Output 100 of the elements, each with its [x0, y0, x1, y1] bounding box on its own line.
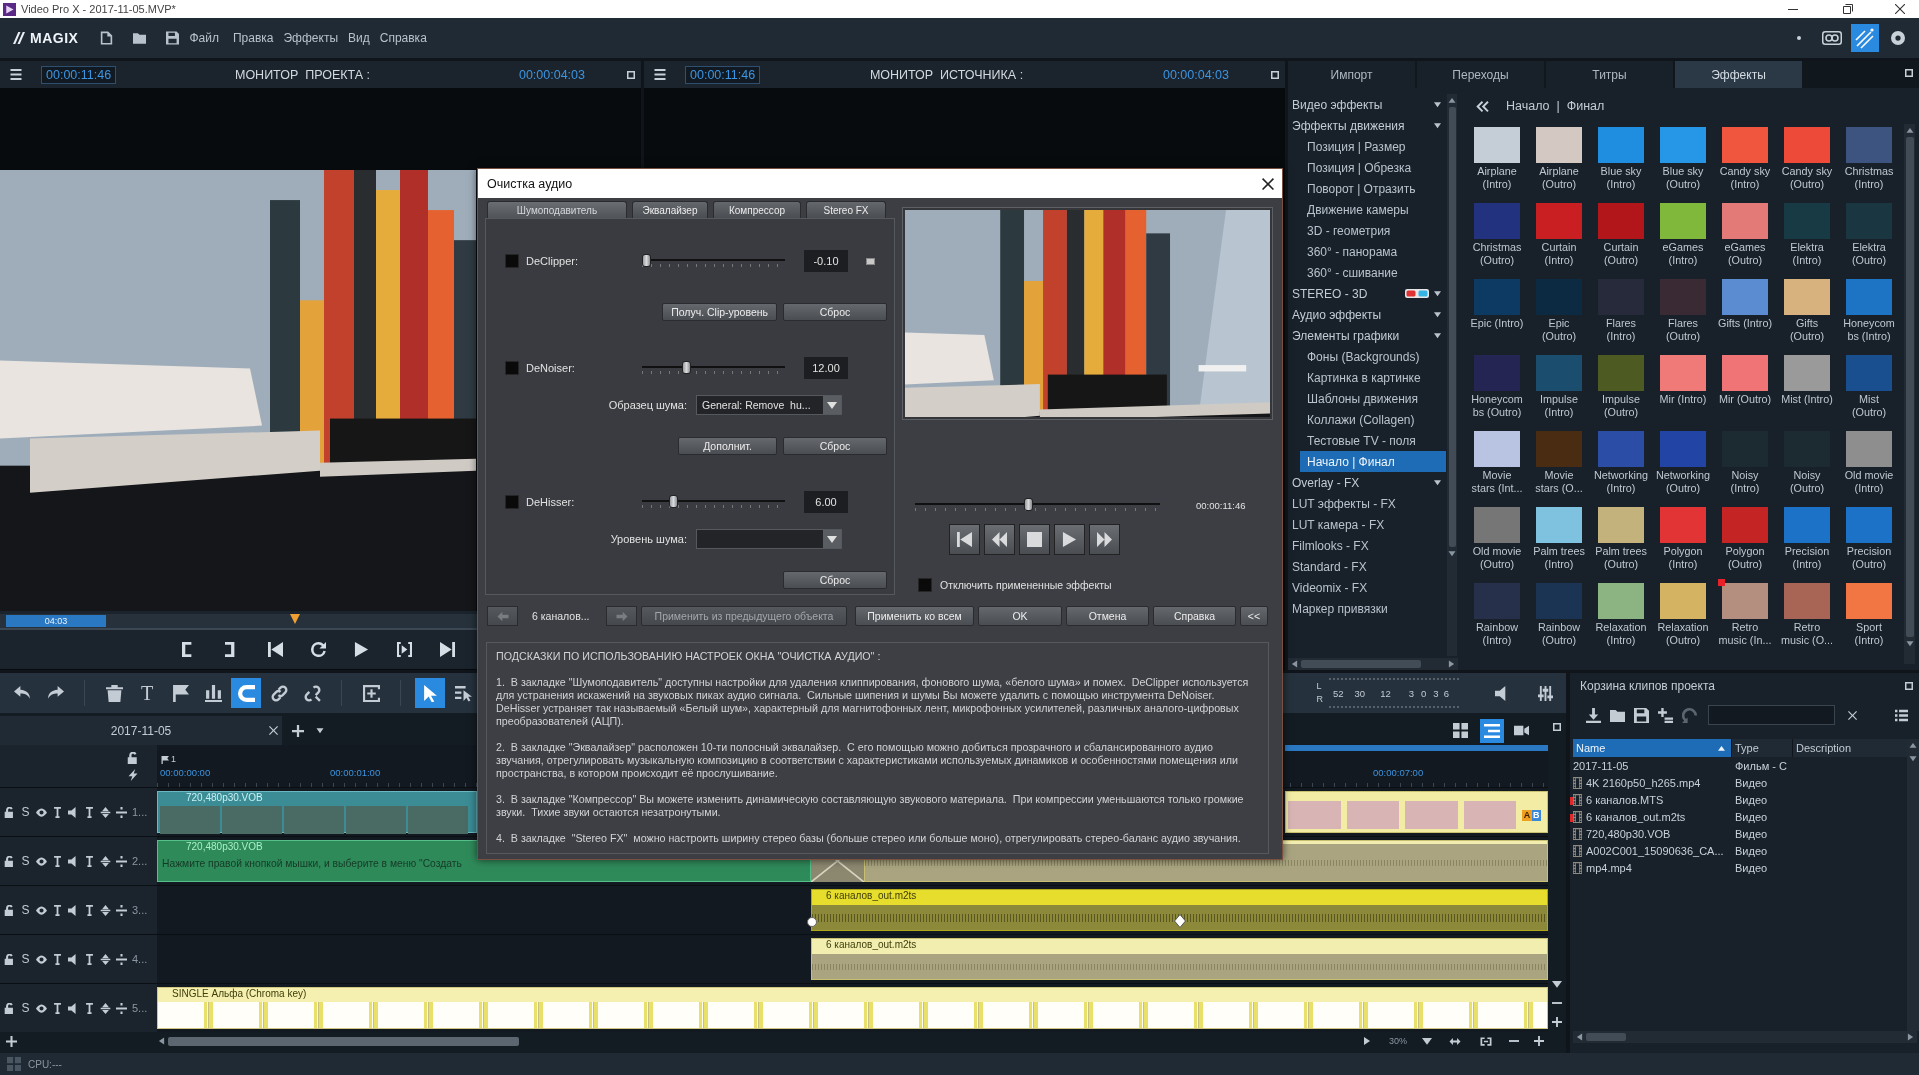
- scroll-down-icon[interactable]: [1905, 640, 1914, 647]
- category-item[interactable]: Видео эффекты: [1288, 94, 1446, 115]
- menu-item[interactable]: Файл: [189, 31, 219, 45]
- category-item[interactable]: 3D - геометрия: [1300, 220, 1446, 241]
- category-item[interactable]: Маркер привязки: [1288, 598, 1446, 619]
- panel-tab[interactable]: Переходы: [1417, 61, 1544, 88]
- i-beam-icon[interactable]: [52, 1002, 63, 1014]
- scrollbar[interactable]: [1447, 94, 1457, 656]
- dialog-button[interactable]: Справка: [1153, 606, 1236, 626]
- checkbox[interactable]: [505, 361, 519, 375]
- skip-start-icon[interactable]: [268, 642, 283, 657]
- effect-thumbnail[interactable]: [1784, 583, 1830, 619]
- image-clip[interactable]: A B: [1285, 791, 1548, 833]
- i-beam-icon[interactable]: [84, 1002, 95, 1014]
- close-icon[interactable]: [1848, 710, 1857, 720]
- checkbox-label[interactable]: Отключить примененные эффекты: [940, 579, 1112, 591]
- column-header[interactable]: Name: [1573, 739, 1732, 757]
- scroll-thumb[interactable]: [1586, 1033, 1626, 1041]
- download-icon[interactable]: [1586, 707, 1601, 723]
- lock-icon[interactable]: [4, 855, 15, 867]
- effect-thumbnail[interactable]: [1784, 127, 1830, 163]
- divide-icon[interactable]: [116, 1002, 127, 1014]
- panel-tab[interactable]: Импорт: [1288, 61, 1415, 88]
- effect-thumbnail[interactable]: [1846, 127, 1892, 163]
- scroll-down-icon[interactable]: [1448, 550, 1456, 557]
- save-icon[interactable]: [1634, 707, 1649, 723]
- effect-thumbnail[interactable]: [1598, 431, 1644, 467]
- value-field[interactable]: -0.10: [804, 250, 848, 272]
- effect-thumbnail[interactable]: [1784, 279, 1830, 315]
- maximize-icon[interactable]: [1905, 69, 1913, 77]
- scrollbar[interactable]: [1907, 739, 1919, 1031]
- eye-icon[interactable]: [36, 806, 47, 818]
- effect-thumbnail[interactable]: [1722, 203, 1768, 239]
- zoom-level[interactable]: 30%: [1389, 1036, 1407, 1046]
- scroll-thumb[interactable]: [1905, 137, 1914, 637]
- category-item[interactable]: Videomix - FX: [1288, 577, 1446, 598]
- effect-thumbnail[interactable]: [1846, 279, 1892, 315]
- eye-icon[interactable]: [36, 1002, 47, 1014]
- scroll-right-icon[interactable]: [1907, 1033, 1914, 1041]
- up-down-arrows-icon[interactable]: [100, 1002, 111, 1014]
- category-item[interactable]: Тестовые TV - поля: [1300, 430, 1446, 451]
- solo-button[interactable]: S: [20, 1001, 31, 1015]
- effect-thumbnail[interactable]: [1722, 279, 1768, 315]
- dialog-tab[interactable]: Эквалайзер: [632, 201, 708, 218]
- transport-button[interactable]: [1089, 524, 1120, 555]
- rings-icon[interactable]: [1822, 31, 1842, 45]
- category-item[interactable]: Эффекты движения: [1288, 115, 1446, 136]
- lock-icon[interactable]: [4, 904, 15, 916]
- slider-thumb[interactable]: [682, 361, 692, 374]
- i-beam-icon[interactable]: [52, 855, 63, 867]
- caret-icon[interactable]: [1433, 290, 1442, 297]
- keyframe-icon[interactable]: [807, 917, 817, 927]
- marker-flag-icon[interactable]: [161, 756, 169, 764]
- checkbox[interactable]: [505, 495, 519, 509]
- maximize-icon[interactable]: [1271, 70, 1279, 79]
- category-item[interactable]: Коллажи (Collagen): [1300, 409, 1446, 430]
- dropdown-caret-icon[interactable]: [823, 530, 841, 548]
- speaker-icon[interactable]: [68, 806, 79, 818]
- menu-item[interactable]: Правка: [232, 31, 274, 45]
- table-cell[interactable]: 2017-11-05: [1573, 759, 1732, 772]
- effect-thumbnail[interactable]: [1536, 583, 1582, 619]
- effect-thumbnail[interactable]: [1722, 507, 1768, 543]
- play-icon[interactable]: [354, 642, 369, 657]
- caret-icon[interactable]: [1422, 1036, 1432, 1046]
- effect-thumbnail[interactable]: [1784, 203, 1830, 239]
- effect-thumbnail[interactable]: [1536, 507, 1582, 543]
- menu-icon[interactable]: [10, 69, 22, 80]
- skip-end-icon[interactable]: [440, 642, 455, 657]
- save-icon[interactable]: [166, 31, 180, 45]
- caret-icon[interactable]: [1433, 101, 1442, 108]
- scroll-left-icon[interactable]: [158, 1037, 165, 1045]
- scrollbar[interactable]: [1573, 1031, 1917, 1043]
- up-down-arrows-icon[interactable]: [100, 904, 111, 916]
- fit-icon[interactable]: [1478, 1035, 1494, 1047]
- effect-thumbnail[interactable]: [1598, 203, 1644, 239]
- scroll-up-icon[interactable]: [1905, 127, 1914, 134]
- menu-item[interactable]: Вид: [348, 31, 370, 45]
- effect-thumbnail[interactable]: [1536, 203, 1582, 239]
- folder-icon[interactable]: [133, 31, 147, 45]
- effect-thumbnail[interactable]: [1598, 507, 1644, 543]
- menu-item[interactable]: Справка: [379, 31, 427, 45]
- plus-icon[interactable]: [292, 724, 304, 737]
- play-icon[interactable]: [1363, 1036, 1371, 1046]
- transport-button[interactable]: [984, 524, 1015, 555]
- i-beam-icon[interactable]: [52, 806, 63, 818]
- slider-thumb[interactable]: [1023, 498, 1033, 511]
- minimize-icon[interactable]: [1788, 8, 1798, 10]
- divide-icon[interactable]: [116, 953, 127, 965]
- table-cell[interactable]: 4K 2160p50_h265.mp4: [1586, 776, 1732, 789]
- eye-icon[interactable]: [36, 953, 47, 965]
- effect-thumbnail[interactable]: [1598, 127, 1644, 163]
- category-item[interactable]: Фоны (Backgrounds): [1300, 346, 1446, 367]
- effect-thumbnail[interactable]: [1722, 127, 1768, 163]
- dialog-button[interactable]: Получ. Clip-уровень: [662, 303, 777, 321]
- horizontal-arrows-icon[interactable]: [1447, 1035, 1463, 1047]
- value-field[interactable]: 6.00: [804, 491, 848, 513]
- category-item[interactable]: Standard - FX: [1288, 556, 1446, 577]
- scrollbar[interactable]: [1904, 124, 1915, 664]
- category-item[interactable]: Картинка в картинке: [1300, 367, 1446, 388]
- timeline-view-icon[interactable]: [1480, 718, 1504, 743]
